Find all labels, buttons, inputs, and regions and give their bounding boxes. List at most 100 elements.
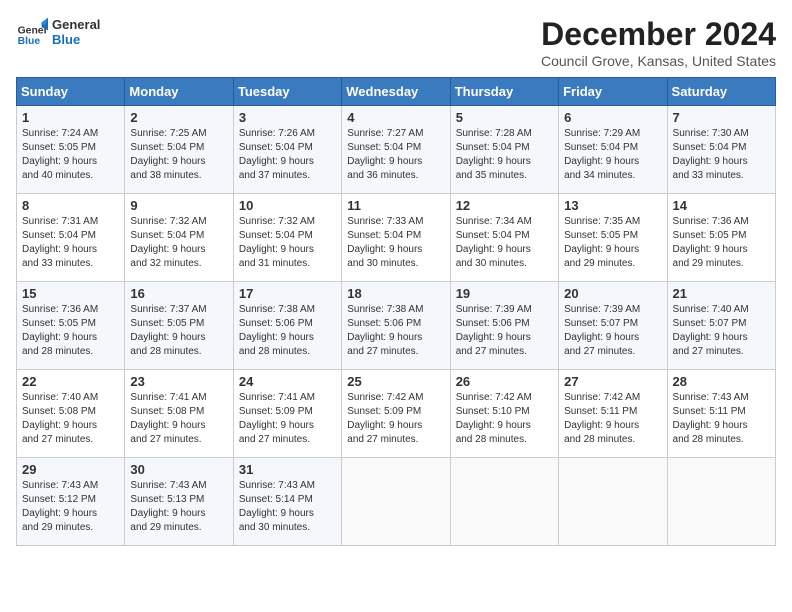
day-cell: 8Sunrise: 7:31 AM Sunset: 5:04 PM Daylig… [17, 194, 125, 282]
day-cell: 25Sunrise: 7:42 AM Sunset: 5:09 PM Dayli… [342, 370, 450, 458]
day-info: Sunrise: 7:29 AM Sunset: 5:04 PM Dayligh… [564, 127, 661, 183]
day-info: Sunrise: 7:42 AM Sunset: 5:11 PM Dayligh… [564, 391, 661, 447]
week-row-2: 8Sunrise: 7:31 AM Sunset: 5:04 PM Daylig… [17, 194, 776, 282]
day-number: 12 [456, 198, 553, 213]
day-number: 6 [564, 110, 661, 125]
day-cell: 20Sunrise: 7:39 AM Sunset: 5:07 PM Dayli… [559, 282, 667, 370]
day-number: 19 [456, 286, 553, 301]
day-number: 14 [673, 198, 770, 213]
day-cell: 2 Sunrise: 7:25 AM Sunset: 5:04 PM Daylig… [125, 106, 233, 194]
day-info: Sunrise: 7:40 AM Sunset: 5:07 PM Dayligh… [673, 303, 770, 359]
day-cell [667, 458, 775, 546]
day-header-thursday: Thursday [450, 78, 558, 106]
day-info: Sunrise: 7:30 AM Sunset: 5:04 PM Dayligh… [673, 127, 770, 183]
day-cell: 1 Sunrise: 7:24 AM Sunset: 5:05 PM Daylig… [17, 106, 125, 194]
day-number: 27 [564, 374, 661, 389]
day-number: 8 [22, 198, 119, 213]
day-info: Sunrise: 7:38 AM Sunset: 5:06 PM Dayligh… [347, 303, 444, 359]
day-cell: 28 Sunrise: 7:43 AM Sunset: 5:11 PM Dayli… [667, 370, 775, 458]
day-number: 7 [673, 110, 770, 125]
week-row-5: 29Sunrise: 7:43 AM Sunset: 5:12 PM Dayli… [17, 458, 776, 546]
day-info: Sunrise: 7:36 AM Sunset: 5:05 PM Dayligh… [22, 303, 119, 359]
day-number: 18 [347, 286, 444, 301]
day-cell: 18 Sunrise: 7:38 AM Sunset: 5:06 PM Dayli… [342, 282, 450, 370]
day-info: Sunrise: 7:32 AM Sunset: 5:04 PM Dayligh… [130, 215, 227, 271]
day-cell: 30 Sunrise: 7:43 AM Sunset: 5:13 PM Dayli… [125, 458, 233, 546]
day-number: 25 [347, 374, 444, 389]
day-cell: 23 Sunrise: 7:41 AM Sunset: 5:08 PM Dayli… [125, 370, 233, 458]
day-cell: 9 Sunrise: 7:32 AM Sunset: 5:04 PM Daylig… [125, 194, 233, 282]
day-cell: 15Sunrise: 7:36 AM Sunset: 5:05 PM Dayli… [17, 282, 125, 370]
day-number: 17 [239, 286, 336, 301]
day-cell [450, 458, 558, 546]
day-cell: 11Sunrise: 7:33 AM Sunset: 5:04 PM Dayli… [342, 194, 450, 282]
day-cell: 13Sunrise: 7:35 AM Sunset: 5:05 PM Dayli… [559, 194, 667, 282]
day-header-friday: Friday [559, 78, 667, 106]
day-info: Sunrise: 7:27 AM Sunset: 5:04 PM Dayligh… [347, 127, 444, 183]
calendar-header: General Blue General Blue December 2024 … [16, 16, 776, 69]
day-cell [559, 458, 667, 546]
day-number: 31 [239, 462, 336, 477]
day-info: Sunrise: 7:40 AM Sunset: 5:08 PM Dayligh… [22, 391, 119, 447]
day-info: Sunrise: 7:33 AM Sunset: 5:04 PM Dayligh… [347, 215, 444, 271]
day-info: Sunrise: 7:43 AM Sunset: 5:14 PM Dayligh… [239, 479, 336, 535]
day-info: Sunrise: 7:34 AM Sunset: 5:04 PM Dayligh… [456, 215, 553, 271]
day-cell: 12 Sunrise: 7:34 AM Sunset: 5:04 PM Dayli… [450, 194, 558, 282]
day-cell: 6 Sunrise: 7:29 AM Sunset: 5:04 PM Daylig… [559, 106, 667, 194]
day-number: 29 [22, 462, 119, 477]
week-row-3: 15Sunrise: 7:36 AM Sunset: 5:05 PM Dayli… [17, 282, 776, 370]
logo-icon: General Blue [16, 16, 48, 48]
day-number: 21 [673, 286, 770, 301]
day-info: Sunrise: 7:26 AM Sunset: 5:04 PM Dayligh… [239, 127, 336, 183]
logo-blue-text: Blue [52, 32, 100, 47]
day-number: 26 [456, 374, 553, 389]
day-number: 30 [130, 462, 227, 477]
day-info: Sunrise: 7:39 AM Sunset: 5:06 PM Dayligh… [456, 303, 553, 359]
day-number: 22 [22, 374, 119, 389]
day-number: 23 [130, 374, 227, 389]
day-info: Sunrise: 7:43 AM Sunset: 5:11 PM Dayligh… [673, 391, 770, 447]
day-cell: 14 Sunrise: 7:36 AM Sunset: 5:05 PM Dayli… [667, 194, 775, 282]
day-cell: 7 Sunrise: 7:30 AM Sunset: 5:04 PM Daylig… [667, 106, 775, 194]
day-info: Sunrise: 7:24 AM Sunset: 5:05 PM Dayligh… [22, 127, 119, 183]
day-cell: 3Sunrise: 7:26 AM Sunset: 5:04 PM Daylig… [233, 106, 341, 194]
day-number: 24 [239, 374, 336, 389]
day-info: Sunrise: 7:37 AM Sunset: 5:05 PM Dayligh… [130, 303, 227, 359]
day-number: 1 [22, 110, 119, 125]
day-number: 4 [347, 110, 444, 125]
day-info: Sunrise: 7:39 AM Sunset: 5:07 PM Dayligh… [564, 303, 661, 359]
week-row-1: 1 Sunrise: 7:24 AM Sunset: 5:05 PM Daylig… [17, 106, 776, 194]
calendar-subtitle: Council Grove, Kansas, United States [541, 53, 776, 69]
day-info: Sunrise: 7:41 AM Sunset: 5:09 PM Dayligh… [239, 391, 336, 447]
day-cell: 10 Sunrise: 7:32 AM Sunset: 5:04 PM Dayli… [233, 194, 341, 282]
days-header-row: SundayMondayTuesdayWednesdayThursdayFrid… [17, 78, 776, 106]
day-number: 16 [130, 286, 227, 301]
day-cell: 29Sunrise: 7:43 AM Sunset: 5:12 PM Dayli… [17, 458, 125, 546]
title-area: December 2024 Council Grove, Kansas, Uni… [541, 16, 776, 69]
day-number: 2 [130, 110, 227, 125]
day-info: Sunrise: 7:41 AM Sunset: 5:08 PM Dayligh… [130, 391, 227, 447]
day-number: 13 [564, 198, 661, 213]
day-info: Sunrise: 7:38 AM Sunset: 5:06 PM Dayligh… [239, 303, 336, 359]
day-cell: 21 Sunrise: 7:40 AM Sunset: 5:07 PM Dayli… [667, 282, 775, 370]
calendar-body: 1 Sunrise: 7:24 AM Sunset: 5:05 PM Daylig… [17, 106, 776, 546]
calendar-title: December 2024 [541, 16, 776, 53]
calendar-table: SundayMondayTuesdayWednesdayThursdayFrid… [16, 77, 776, 546]
day-info: Sunrise: 7:42 AM Sunset: 5:10 PM Dayligh… [456, 391, 553, 447]
day-info: Sunrise: 7:32 AM Sunset: 5:04 PM Dayligh… [239, 215, 336, 271]
day-cell: 31 Sunrise: 7:43 AM Sunset: 5:14 PM Dayli… [233, 458, 341, 546]
svg-text:Blue: Blue [18, 36, 41, 47]
day-number: 9 [130, 198, 227, 213]
day-number: 28 [673, 374, 770, 389]
day-info: Sunrise: 7:36 AM Sunset: 5:05 PM Dayligh… [673, 215, 770, 271]
day-header-saturday: Saturday [667, 78, 775, 106]
day-header-sunday: Sunday [17, 78, 125, 106]
day-header-wednesday: Wednesday [342, 78, 450, 106]
day-header-monday: Monday [125, 78, 233, 106]
day-cell: 26 Sunrise: 7:42 AM Sunset: 5:10 PM Dayli… [450, 370, 558, 458]
day-info: Sunrise: 7:43 AM Sunset: 5:13 PM Dayligh… [130, 479, 227, 535]
day-info: Sunrise: 7:25 AM Sunset: 5:04 PM Dayligh… [130, 127, 227, 183]
day-number: 10 [239, 198, 336, 213]
day-cell [342, 458, 450, 546]
day-number: 5 [456, 110, 553, 125]
